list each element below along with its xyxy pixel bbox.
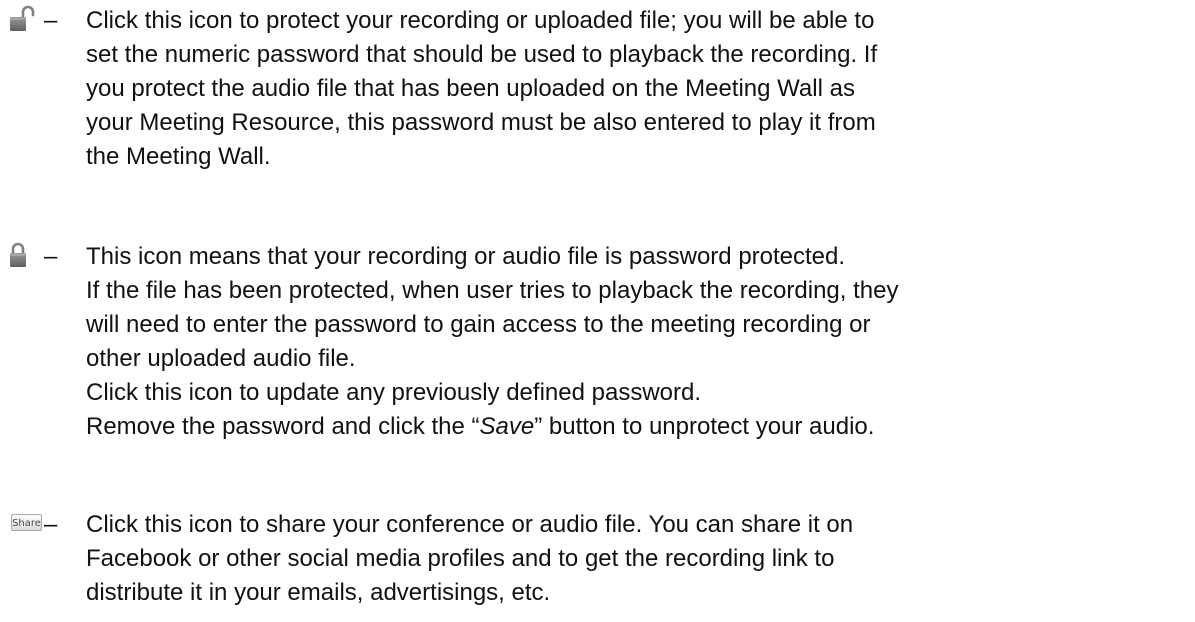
- bullet-dash: –: [44, 511, 58, 538]
- text-line: the Meeting Wall.: [86, 143, 271, 170]
- text-line: This icon means that your recording or a…: [86, 243, 846, 270]
- share-icon: Share: [6, 508, 42, 540]
- text-line: Facebook or other social media profiles …: [86, 545, 835, 572]
- text-line: distribute it in your emails, advertisin…: [86, 579, 551, 606]
- save-emphasis: Save: [479, 413, 535, 440]
- protect-description: Click this icon to protect your recordin…: [86, 4, 1191, 174]
- share-description: Click this icon to share your conference…: [86, 508, 1191, 610]
- bullet-dash: –: [44, 7, 58, 34]
- unlock-icon[interactable]: [6, 4, 38, 36]
- bullet-dash: –: [44, 243, 58, 270]
- text-line: Remove the password and click the “Save”…: [86, 410, 1191, 444]
- text-line: you protect the audio file that has been…: [86, 75, 855, 102]
- text-fragment: Remove the password and click the “: [86, 413, 480, 440]
- text-line: If the file has been protected, when use…: [86, 277, 899, 304]
- text-line: your Meeting Resource, this password mus…: [86, 109, 876, 136]
- text-line: set the numeric password that should be …: [86, 41, 878, 68]
- text-line: Click this icon to update any previously…: [86, 379, 701, 406]
- protected-description: This icon means that your recording or a…: [86, 240, 1191, 444]
- text-fragment: ” button to unprotect your audio.: [534, 413, 875, 440]
- share-button[interactable]: Share: [11, 514, 42, 531]
- text-line: other uploaded audio file.: [86, 345, 356, 372]
- text-line: Click this icon to share your conference…: [86, 511, 854, 538]
- text-line: will need to enter the password to gain …: [86, 311, 871, 338]
- text-line: Click this icon to protect your recordin…: [86, 7, 875, 34]
- lock-icon[interactable]: [6, 240, 38, 272]
